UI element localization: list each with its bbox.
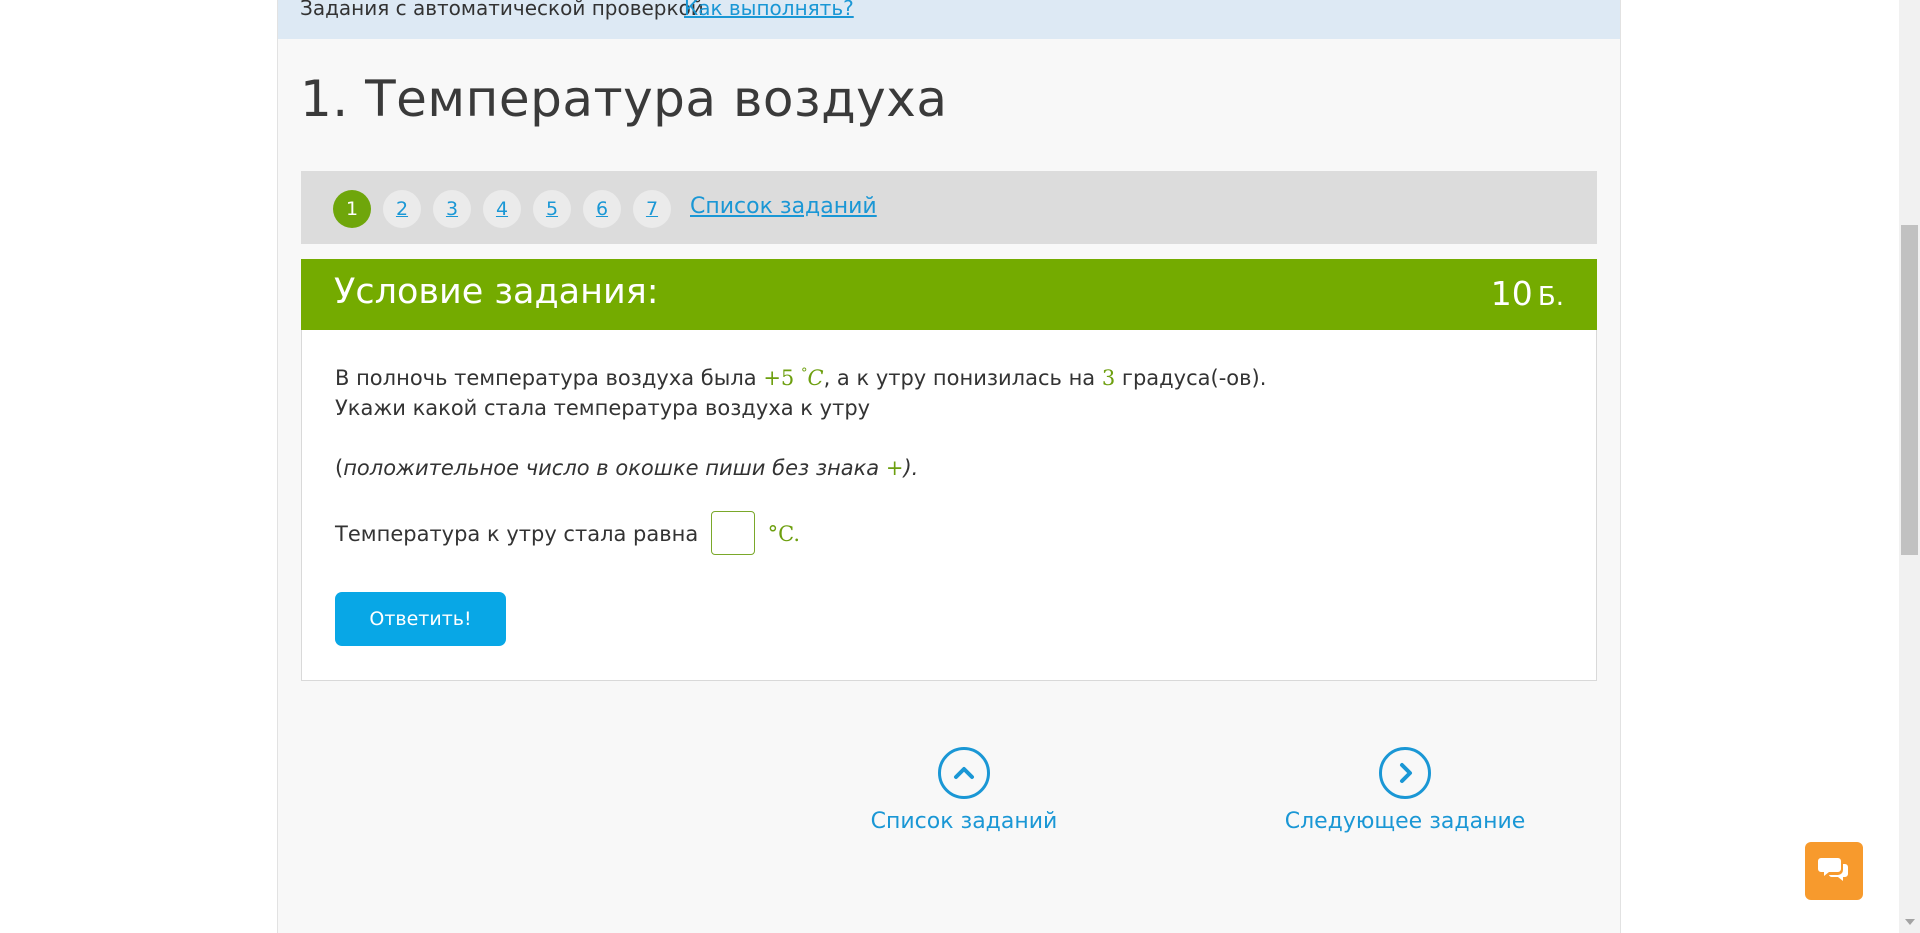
- hint-plus: +: [885, 456, 904, 480]
- task-list-nav[interactable]: Список заданий: [864, 747, 1064, 834]
- hint-open: (: [335, 456, 344, 480]
- task-number-bar: 1 2 3 4 5 6 7 Список заданий: [301, 171, 1597, 244]
- section-title: Задания с автоматической проверкой: [300, 0, 704, 20]
- page-title: 1. Температура воздуха: [300, 70, 948, 128]
- hint-line: (положительное число в окошке пиши без з…: [335, 456, 918, 480]
- drop-value: 3: [1101, 366, 1116, 390]
- chat-button[interactable]: [1805, 842, 1863, 900]
- answer-prefix: Температура к утру стала равна: [335, 522, 699, 546]
- howto-link[interactable]: Как выполнять?: [684, 0, 854, 20]
- chat-bubbles-icon: [1818, 855, 1850, 887]
- task-number-2[interactable]: 2: [383, 190, 421, 228]
- task-number-5[interactable]: 5: [533, 190, 571, 228]
- hint-close: ).: [903, 456, 919, 480]
- task-number-1[interactable]: 1: [333, 190, 371, 228]
- scrollbar-thumb[interactable]: [1901, 225, 1918, 555]
- problem-line-2: Укажи какой стала температура воздуха к …: [335, 396, 871, 420]
- task-number-4[interactable]: 4: [483, 190, 521, 228]
- next-task-nav[interactable]: Следующее задание: [1280, 747, 1530, 834]
- task-number-6[interactable]: 6: [583, 190, 621, 228]
- answer-input[interactable]: [710, 511, 755, 555]
- chevron-up-icon: [938, 747, 990, 799]
- scrollbar[interactable]: [1899, 0, 1920, 933]
- scroll-down-icon[interactable]: [1905, 919, 1915, 925]
- temperature-value: +5: [763, 366, 795, 390]
- answer-suffix: .: [793, 522, 801, 546]
- answer-unit: °C: [767, 522, 794, 546]
- condition-title: Условие задания:: [334, 272, 659, 312]
- page-container: Задания с автоматической проверкой Как в…: [277, 0, 1621, 933]
- points-unit: Б.: [1537, 282, 1564, 312]
- celsius-letter: C: [807, 366, 824, 390]
- answer-line: Температура к утру стала равна °C.: [335, 511, 801, 557]
- task-list-link[interactable]: Список заданий: [690, 194, 877, 219]
- condition-header: Условие задания: 10 Б.: [301, 259, 1597, 330]
- next-task-nav-label: Следующее задание: [1284, 809, 1526, 834]
- problem-text-part3: градуса(-ов).: [1121, 366, 1267, 390]
- submit-button[interactable]: Ответить!: [335, 592, 506, 646]
- top-bar: Задания с автоматической проверкой Как в…: [278, 0, 1620, 39]
- hint-text: положительное число в окошке пиши без зн…: [343, 456, 880, 480]
- problem-line-1: В полночь температура воздуха была +5 °C…: [335, 366, 1266, 390]
- problem-text-part2: , а к утру понизилась на: [823, 366, 1096, 390]
- points-value: 10: [1490, 274, 1533, 313]
- condition-body: В полночь температура воздуха была +5 °C…: [301, 330, 1597, 681]
- task-number-3[interactable]: 3: [433, 190, 471, 228]
- chevron-right-icon: [1379, 747, 1431, 799]
- problem-text-part1: В полночь температура воздуха была: [335, 366, 757, 390]
- task-list-nav-label: Список заданий: [870, 809, 1058, 834]
- task-number-7[interactable]: 7: [633, 190, 671, 228]
- temperature-formula: +5 °C: [763, 366, 823, 390]
- points-badge: 10 Б.: [1491, 274, 1564, 313]
